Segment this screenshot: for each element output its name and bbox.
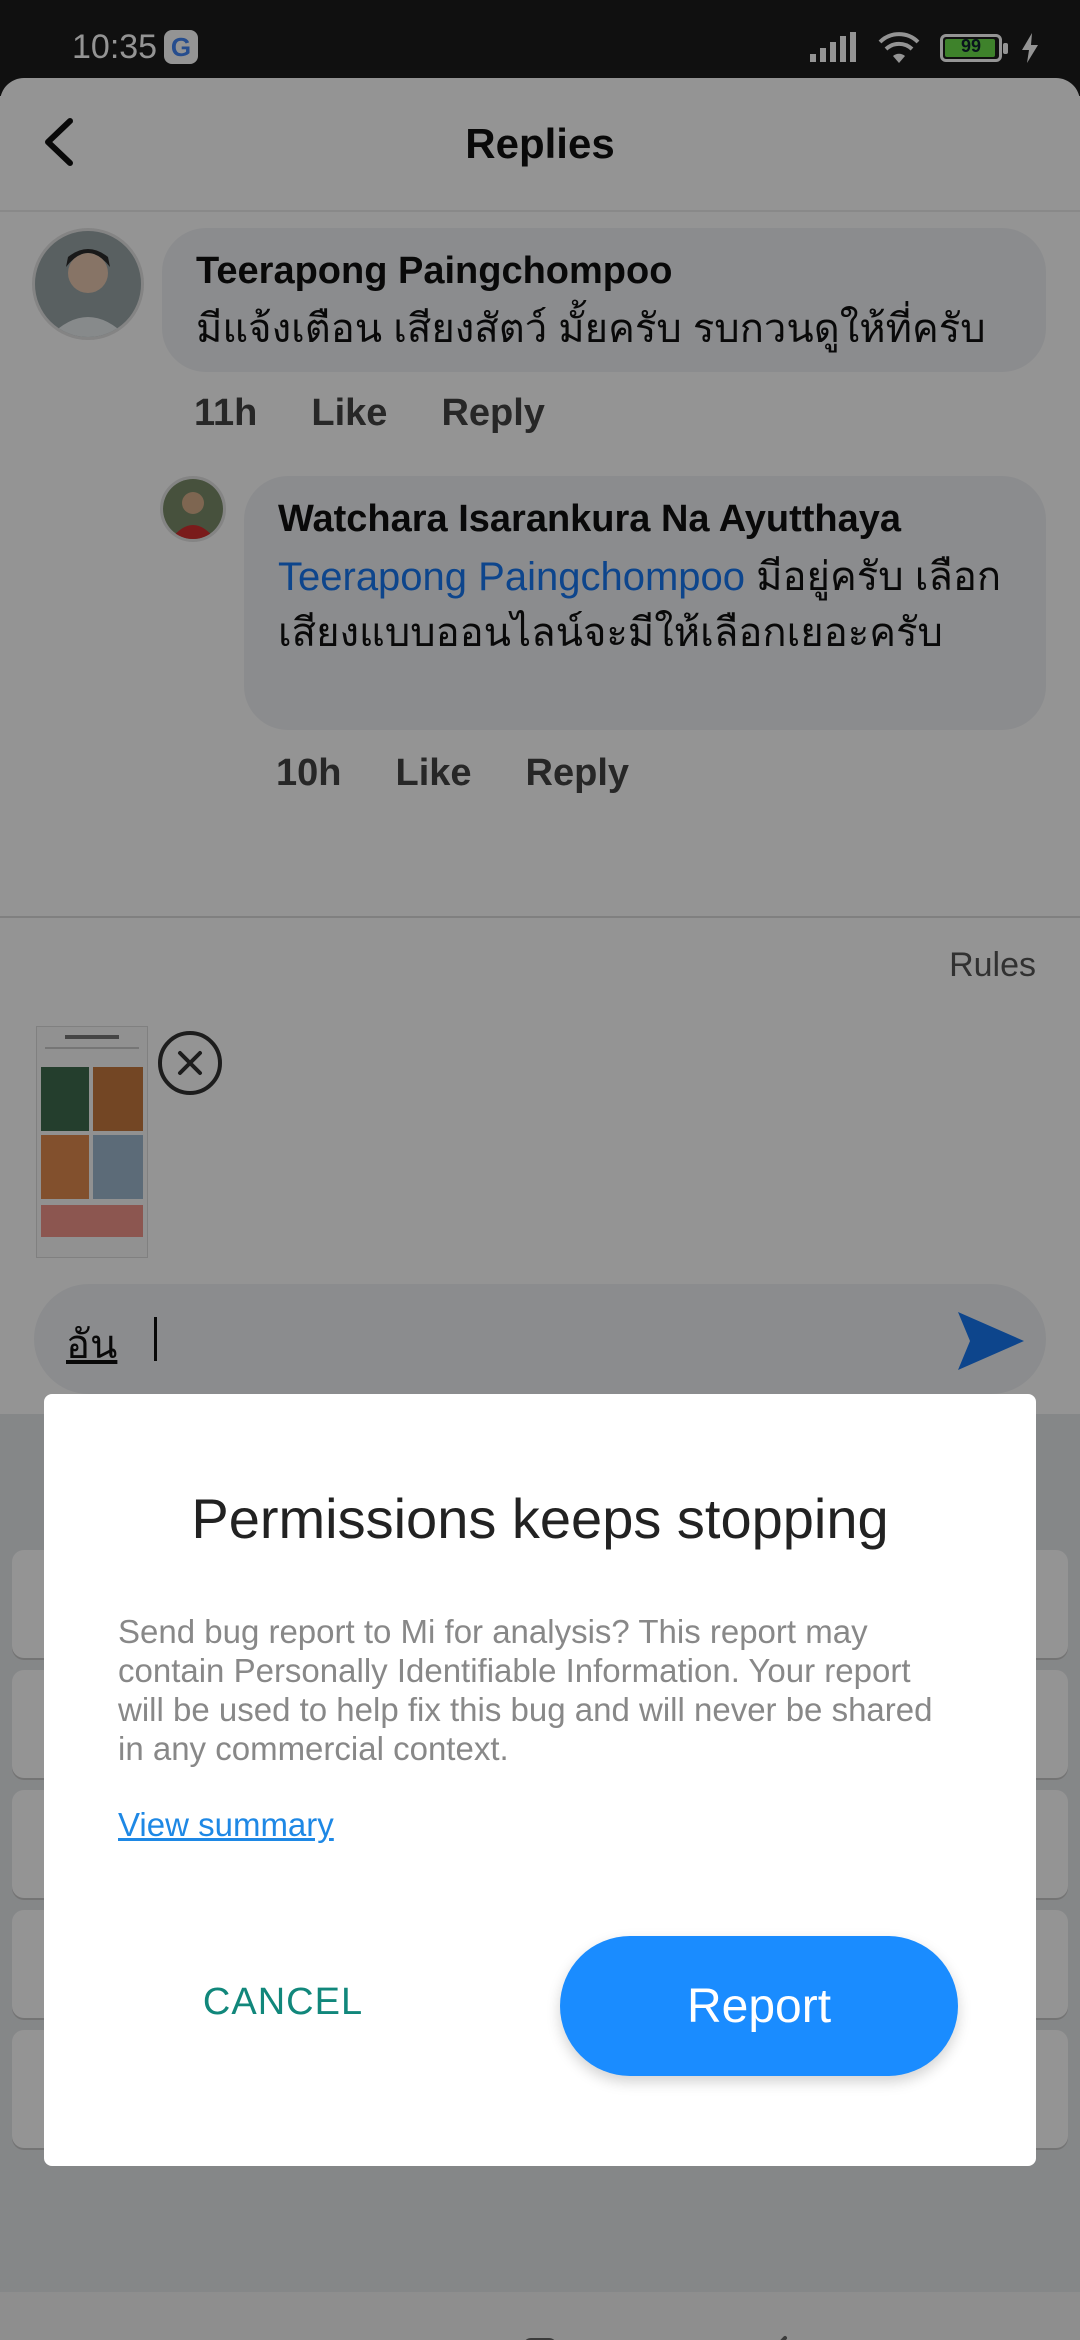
view-summary-link[interactable]: View summary xyxy=(118,1806,334,1844)
dialog-message: Send bug report to Mi for analysis? This… xyxy=(118,1613,933,1767)
crash-dialog: Permissions keeps stopping Send bug repo… xyxy=(44,1394,1036,2166)
report-button[interactable]: Report xyxy=(560,1936,958,2076)
cancel-button[interactable]: CANCEL xyxy=(128,1954,438,2050)
dialog-title: Permissions keeps stopping xyxy=(191,1487,889,1550)
